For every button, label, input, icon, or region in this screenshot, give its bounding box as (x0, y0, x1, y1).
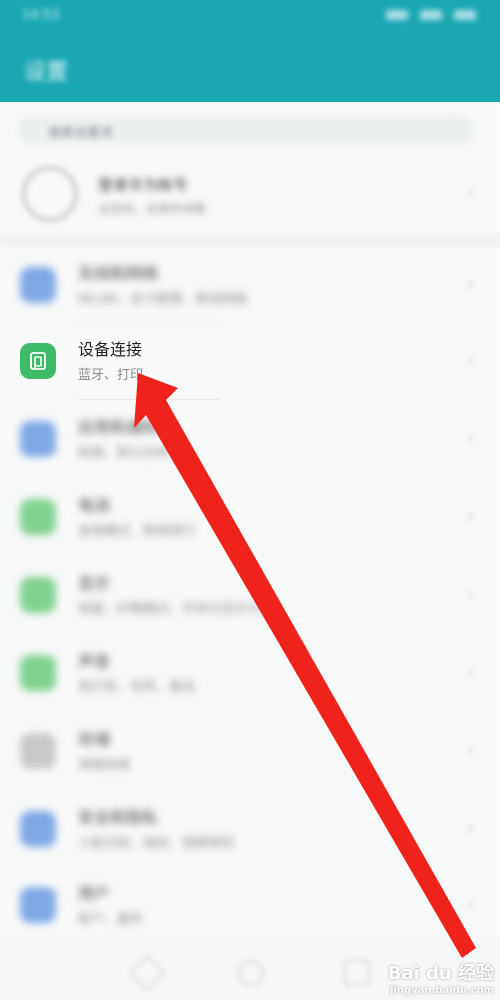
watermark: Bai du 经验 jingyan.baidu.com (388, 959, 494, 996)
annotation-arrow (134, 373, 476, 958)
watermark-brand: Bai du 经验 (387, 963, 494, 984)
watermark-url: jingyan.baidu.com (390, 985, 494, 996)
